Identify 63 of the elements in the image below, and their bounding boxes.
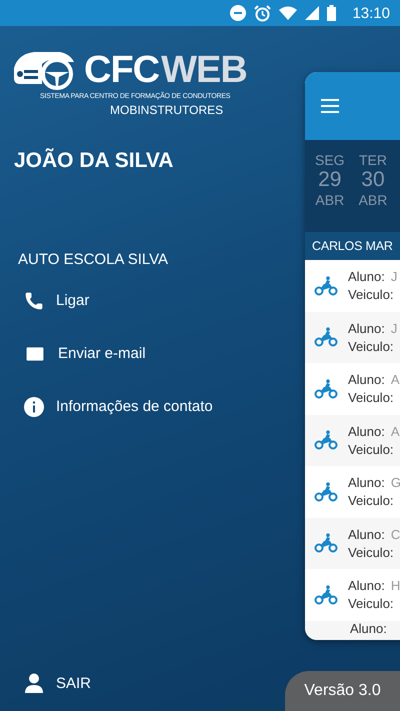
lesson-row[interactable]: Aluno: bbox=[305, 620, 400, 640]
month-label: ABR bbox=[315, 192, 344, 208]
student-label: Aluno: bbox=[348, 372, 385, 388]
user-name: JOÃO DA SILVA bbox=[14, 149, 174, 173]
student-name: C bbox=[390, 526, 400, 542]
do-not-disturb-icon bbox=[230, 5, 246, 21]
menu-item[interactable]: Informações de contato bbox=[12, 380, 305, 433]
menu-item[interactable]: Enviar e-mail bbox=[12, 327, 305, 380]
student-label: Aluno: bbox=[348, 578, 385, 594]
wifi-icon bbox=[279, 6, 298, 20]
student-name: J bbox=[390, 320, 398, 336]
motorcycle-icon bbox=[314, 276, 338, 296]
product-name: MOBINSTRUTORES bbox=[110, 103, 224, 117]
vehicle-label: Veiculo: bbox=[348, 442, 394, 457]
student-name: A bbox=[390, 372, 400, 388]
version-label: Versão 3.0 bbox=[285, 671, 400, 711]
student-label: Aluno: bbox=[348, 424, 385, 439]
student-label: Aluno: bbox=[348, 320, 385, 336]
day-number: 30 bbox=[361, 168, 385, 192]
motorcycle-icon bbox=[314, 482, 338, 502]
lesson-row[interactable]: Aluno: A Veiculo: bbox=[305, 414, 400, 466]
logo-text: CFC bbox=[84, 51, 160, 89]
phone-icon bbox=[24, 290, 44, 310]
month-label: ABR bbox=[358, 192, 388, 208]
signal-icon bbox=[305, 6, 320, 20]
student-name: G bbox=[390, 475, 400, 490]
lesson-row[interactable]: Aluno: G Veiculo: bbox=[305, 466, 400, 518]
alarm-icon bbox=[254, 4, 272, 22]
vehicle-label: Veiculo: bbox=[348, 338, 394, 354]
school-name: AUTO ESCOLA SILVA bbox=[18, 251, 170, 268]
menu-icon[interactable] bbox=[321, 99, 339, 113]
student-label: Aluno: bbox=[348, 269, 385, 284]
student-name: H bbox=[390, 578, 400, 594]
weekday-label: SEG bbox=[315, 152, 345, 168]
motorcycle-icon bbox=[314, 533, 338, 554]
vehicle-label: Veiculo: bbox=[348, 287, 394, 302]
logout-item[interactable]: SAIR bbox=[12, 673, 92, 693]
vehicle-label: Veiculo: bbox=[348, 390, 394, 406]
vehicle-label: Veiculo: bbox=[348, 544, 394, 560]
lesson-row[interactable]: Aluno: C Veiculo: bbox=[305, 518, 400, 569]
motorcycle-icon bbox=[314, 430, 338, 450]
student-name: A bbox=[390, 424, 400, 439]
weekday-label: TER bbox=[358, 152, 387, 168]
student-label: Aluno: bbox=[348, 526, 385, 542]
menu-item[interactable]: Ligar bbox=[12, 274, 305, 327]
lesson-row[interactable]: Aluno: J Veiculo: bbox=[305, 312, 400, 363]
day-number: 29 bbox=[318, 168, 342, 192]
logo-text: WEB bbox=[161, 51, 247, 89]
instructor-name: CARLOS MAR bbox=[305, 232, 400, 260]
student-label: Aluno: bbox=[348, 475, 385, 490]
lesson-row[interactable]: Aluno: A Veiculo: bbox=[305, 363, 400, 414]
motorcycle-icon bbox=[314, 327, 338, 348]
student-label: Aluno: bbox=[350, 620, 387, 636]
vehicle-label: Veiculo: bbox=[348, 493, 394, 508]
motorcycle-icon bbox=[314, 584, 338, 605]
motorcycle-icon bbox=[314, 378, 338, 399]
user-icon bbox=[24, 673, 44, 693]
student-name: J bbox=[390, 269, 398, 284]
battery-icon bbox=[327, 5, 336, 21]
vehicle-label: Veiculo: bbox=[348, 596, 394, 612]
info-icon bbox=[24, 396, 44, 416]
status-time: 13:10 bbox=[352, 4, 390, 22]
lesson-row[interactable]: Aluno: H Veiculo: bbox=[305, 569, 400, 620]
